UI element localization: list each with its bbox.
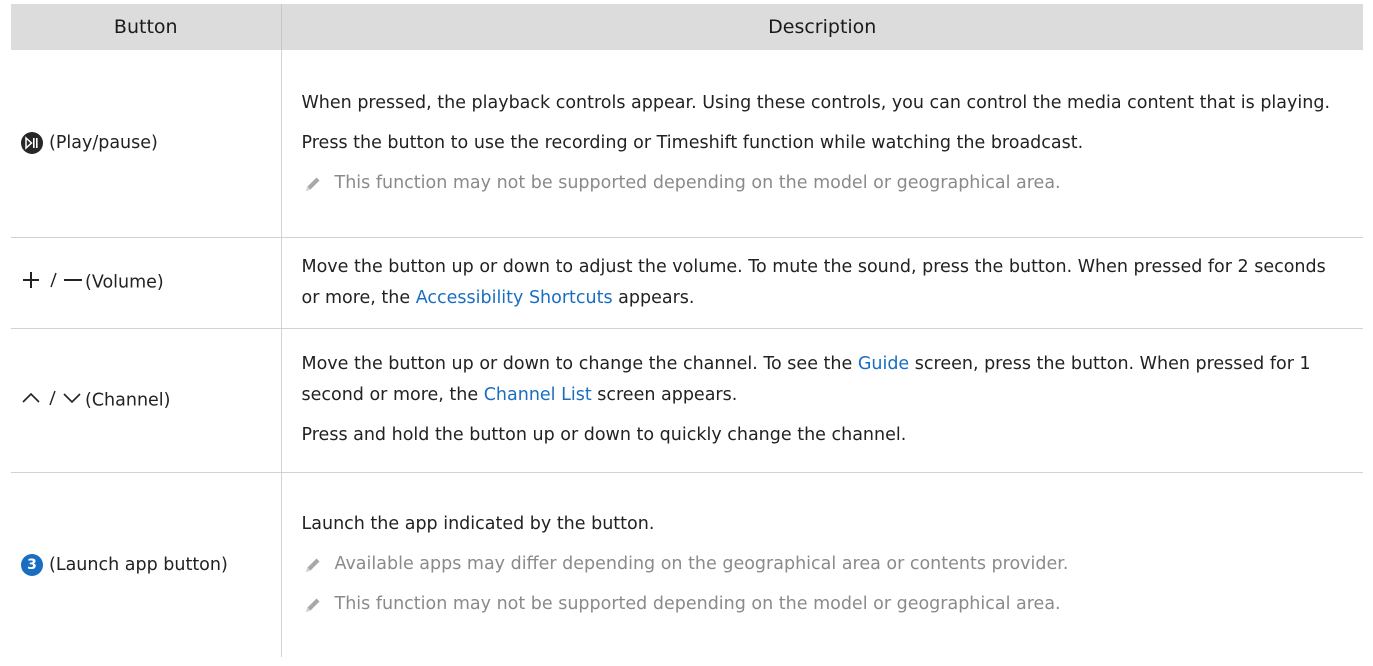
button-label: (Launch app button): [49, 554, 228, 575]
pencil-icon: [305, 598, 319, 613]
description-text: Launch the app indicated by the button.: [301, 514, 655, 535]
accessibility-shortcuts-link[interactable]: Accessibility Shortcuts: [416, 288, 613, 308]
description-cell: When pressed, the playback controls appe…: [281, 50, 1363, 237]
description-cell: Move the button up or down to change the…: [281, 327, 1363, 472]
button-cell: 3 (Launch app button): [11, 471, 282, 657]
table-row: (Volume) Move the button up or down to a…: [11, 236, 1363, 328]
description-text: Press and hold the button up or down to …: [301, 425, 907, 445]
pencil-icon: [305, 177, 319, 191]
guide-link[interactable]: Guide: [858, 354, 909, 374]
note-text: This function may not be supported depen…: [334, 594, 1061, 615]
description-cell: Launch the app indicated by the button. …: [281, 471, 1363, 657]
table-header-row: Button Description: [11, 4, 1363, 50]
note: This function may not be supported depen…: [302, 589, 1344, 620]
remote-buttons-table: Button Description (Play/pause) When pre…: [11, 4, 1363, 657]
description-text: Move the button up or down to change the…: [301, 354, 1311, 405]
table-row: (Play/pause) When pressed, the playback …: [11, 50, 1363, 237]
table-row: (Channel) Move the button up or down to …: [11, 327, 1363, 472]
button-cell: (Volume): [11, 236, 282, 328]
description-text: Move the button up or down to adjust the…: [301, 256, 1326, 308]
description-text: When pressed, the playback controls appe…: [301, 92, 1331, 113]
header-description: Description: [280, 4, 1363, 50]
button-label: (Volume): [85, 272, 164, 293]
channel-up-down-icon: [21, 388, 85, 413]
note: Available apps may differ depending on t…: [302, 549, 1344, 580]
channel-list-link[interactable]: Channel List: [484, 385, 592, 405]
description-cell: Move the button up or down to adjust the…: [281, 236, 1363, 328]
button-label: (Channel): [85, 390, 171, 410]
play-pause-icon: [21, 132, 43, 155]
launch-app-3-icon: 3: [21, 553, 43, 576]
pencil-icon: [305, 558, 319, 573]
note-text: Available apps may differ depending on t…: [334, 554, 1069, 575]
button-cell: (Play/pause): [11, 50, 282, 237]
table-row: 3 (Launch app button) Launch the app indi…: [11, 471, 1363, 657]
header-button: Button: [11, 4, 281, 50]
note: This function may not be supported depen…: [302, 168, 1344, 199]
button-cell: (Channel): [11, 327, 282, 472]
description-text: Press the button to use the recording or…: [301, 132, 1084, 153]
note-text: This function may not be supported depen…: [334, 172, 1061, 193]
button-label: (Play/pause): [49, 133, 158, 154]
volume-plus-minus-icon: [21, 270, 85, 295]
